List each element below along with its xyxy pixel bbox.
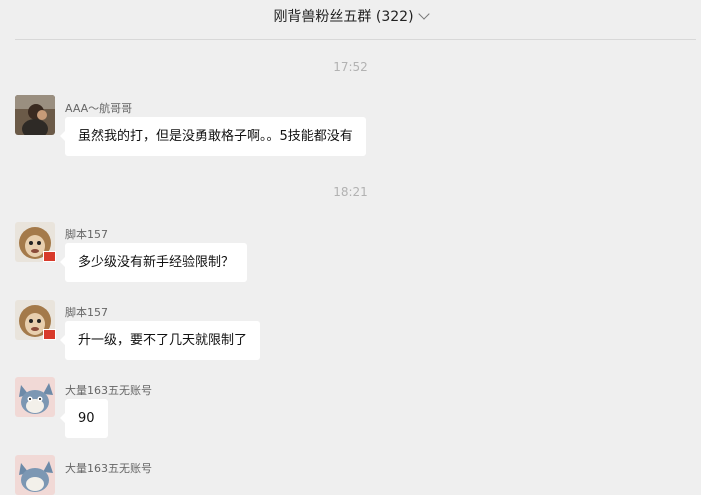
message-bubble[interactable]: 90: [60, 399, 108, 438]
message-bubble[interactable]: 多少级没有新手经验限制？: [59, 243, 248, 282]
photo-avatar-icon: [15, 95, 55, 135]
sender-name: 大量163五无账号: [65, 462, 152, 475]
header-divider: [15, 39, 696, 40]
timestamp: 18:21: [333, 185, 368, 199]
message-bubble[interactable]: 升一级，要不了几天就限制了: [59, 321, 261, 360]
sender-name: 脚本157: [65, 306, 108, 319]
chat-header: 刚背兽粉丝五群 (322): [0, 0, 701, 40]
sender-name: AAA～航哥哥: [65, 102, 133, 115]
chevron-down-icon[interactable]: [417, 8, 430, 20]
avatar[interactable]: [15, 455, 55, 495]
timestamp: 17:52: [333, 60, 368, 74]
group-title-text: 刚背兽粉丝五群 (322): [273, 9, 414, 25]
cat-avatar-icon: [15, 377, 55, 417]
sender-name: 大量163五无账号: [65, 384, 152, 397]
group-title[interactable]: 刚背兽粉丝五群 (322): [0, 6, 701, 26]
message-bubble[interactable]: 虽然我的打，但是没勇敢格子啊。。5技能都没有: [60, 117, 366, 156]
avatar[interactable]: [15, 377, 55, 417]
avatar[interactable]: [15, 95, 55, 135]
flag-badge-icon: [43, 251, 56, 262]
cat-avatar-icon: [15, 455, 55, 495]
flag-badge-icon: [43, 329, 56, 340]
sender-name: 脚本157: [65, 228, 108, 241]
